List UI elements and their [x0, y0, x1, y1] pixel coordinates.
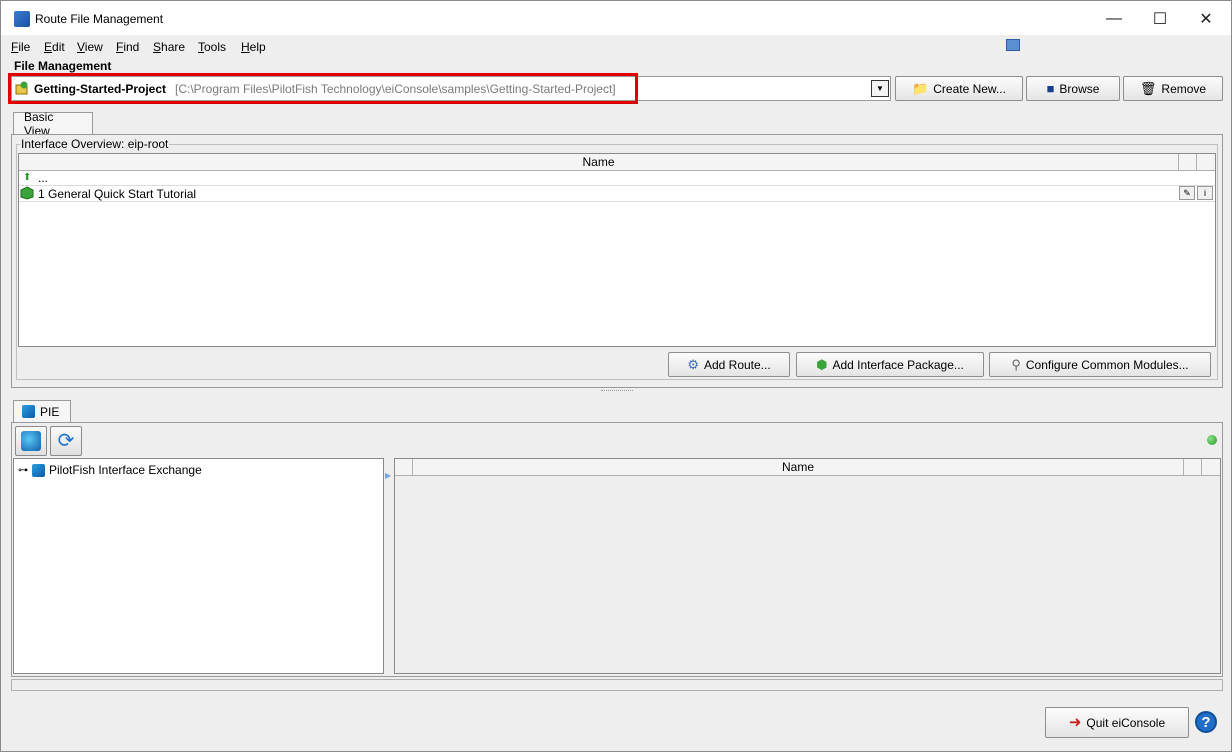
exchange-icon [32, 463, 45, 477]
pie-icon [22, 405, 35, 418]
file-management-label: File Management [14, 59, 112, 73]
column-header-extra [1184, 459, 1202, 476]
trash-icon: 🗑 [1139, 81, 1157, 96]
interface-overview-label: Interface Overview: eip-root [20, 137, 170, 151]
link-icon: ⚲ [1011, 357, 1021, 372]
package-icon: ⬢ [816, 357, 828, 372]
folder-add-icon: 📁 [912, 81, 929, 96]
pie-table-body [395, 476, 1220, 673]
menu-bar: File Edit View Find Share Tools Help [1, 35, 1231, 57]
close-button[interactable]: ✕ [1183, 5, 1229, 33]
menu-edit[interactable]: Edit [44, 40, 65, 54]
tab-basic-view[interactable]: Basic View [13, 110, 93, 138]
route-icon: ⚙ [687, 357, 699, 372]
quit-button[interactable]: ➜ Quit eiConsole [1045, 707, 1189, 738]
info-icon[interactable]: i [1197, 186, 1213, 200]
table-row[interactable]: ⬆ ... [19, 171, 1215, 186]
table-row[interactable]: 1 General Quick Start Tutorial ✎ i [19, 186, 1215, 202]
refresh-icon: ⟳ [57, 430, 75, 452]
tab-pie[interactable]: PIE [13, 400, 71, 422]
exit-door-icon: ➜ [1068, 714, 1082, 731]
status-bar [11, 679, 1223, 691]
column-header-extra2 [1202, 459, 1220, 476]
create-new-button[interactable]: 📁 Create New... [895, 76, 1023, 101]
column-header-select [395, 459, 413, 476]
column-header-info [1197, 154, 1215, 171]
maximize-button[interactable]: ☐ [1137, 5, 1183, 33]
menu-view[interactable]: View [77, 40, 103, 54]
menu-tools[interactable]: Tools [198, 40, 226, 54]
highlight-box [8, 73, 638, 104]
package-icon [20, 186, 34, 200]
help-icon[interactable]: ? [1195, 711, 1217, 733]
menu-help[interactable]: Help [241, 40, 266, 54]
interface-table: Name ⬆ ... 1 General Quick Start Tutoria… [18, 153, 1216, 347]
expand-key-icon[interactable]: ⊶ [18, 465, 28, 476]
remove-button[interactable]: 🗑 Remove [1123, 76, 1223, 101]
up-arrow-icon: ⬆ [23, 172, 32, 183]
browse-icon: ■ [1046, 81, 1055, 96]
pie-tree: ⊶ PilotFish Interface Exchange [13, 458, 384, 674]
refresh-button[interactable]: ⟳ [50, 426, 82, 456]
collapse-arrow-icon[interactable]: ▶ [385, 471, 391, 481]
window-title: Route File Management [35, 12, 164, 26]
add-route-button[interactable]: ⚙ Add Route... [668, 352, 790, 377]
minimize-button[interactable]: — [1091, 5, 1137, 33]
title-bar: Route File Management — ☐ ✕ [1, 1, 1231, 35]
menu-share[interactable]: Share [153, 40, 185, 54]
menu-file[interactable]: File [11, 40, 30, 54]
status-indicator-icon [1207, 435, 1217, 445]
column-header-name[interactable]: Name [413, 459, 1184, 476]
globe-icon [21, 431, 41, 451]
chevron-down-icon[interactable]: ▼ [871, 80, 889, 97]
column-header-edit [1179, 154, 1197, 171]
pie-table: Name [394, 458, 1221, 674]
splitter-handle[interactable] [601, 390, 633, 394]
configure-common-modules-button[interactable]: ⚲ Configure Common Modules... [989, 352, 1211, 377]
tree-item-root[interactable]: ⊶ PilotFish Interface Exchange [18, 463, 202, 477]
menu-find[interactable]: Find [116, 40, 139, 54]
app-window: Route File Management — ☐ ✕ File Edit Vi… [0, 0, 1232, 752]
screen-icon[interactable] [1006, 39, 1020, 51]
pie-open-button[interactable] [15, 426, 47, 456]
app-icon [14, 11, 30, 27]
edit-icon[interactable]: ✎ [1179, 186, 1195, 200]
add-interface-package-button[interactable]: ⬢ Add Interface Package... [796, 352, 984, 377]
column-header-name[interactable]: Name [19, 154, 1179, 171]
browse-button[interactable]: ■ Browse [1026, 76, 1120, 101]
